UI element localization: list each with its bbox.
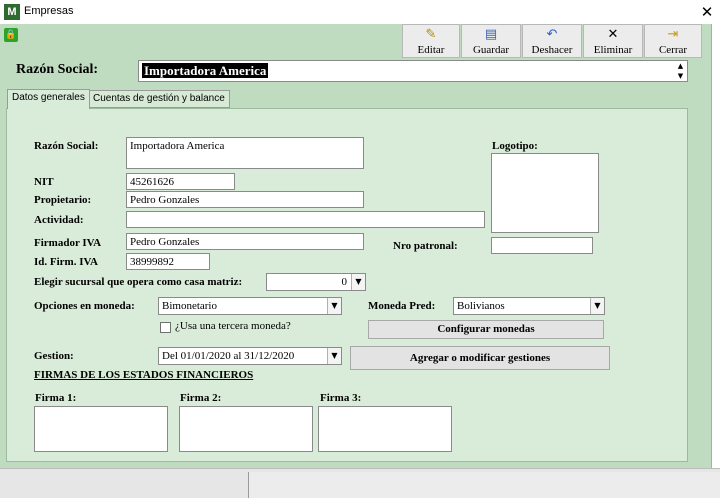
logotipo-label: Logotipo:	[492, 140, 538, 152]
edit-button[interactable]: ✎ Editar	[402, 24, 460, 58]
nit-label: NIT	[34, 176, 54, 188]
firma-2-box[interactable]	[179, 406, 313, 452]
tercera-moneda-checkbox[interactable]	[160, 322, 171, 333]
propietario-field[interactable]: Pedro Gonzales	[126, 191, 364, 208]
chevron-up-icon[interactable]: ▲	[674, 61, 687, 71]
firma-1-box[interactable]	[34, 406, 168, 452]
sucursal-label: Elegir sucursal que opera como casa matr…	[34, 276, 243, 288]
razon-social-selected-value[interactable]: Importadora America	[142, 63, 269, 78]
close-button-label: Cerrar	[658, 44, 688, 56]
lock-icon: 🔒	[4, 28, 18, 42]
firma-2-label: Firma 2:	[180, 392, 222, 404]
id-firm-iva-label: Id. Firm. IVA	[34, 256, 98, 268]
firmas-section-title: FIRMAS DE LOS ESTADOS FINANCIEROS	[34, 369, 254, 381]
sucursal-select[interactable]: 0 ▼	[266, 273, 366, 291]
nro-patronal-field[interactable]	[491, 237, 593, 254]
save-button-label: Guardar	[472, 44, 510, 56]
agregar-gestiones-button[interactable]: Agregar o modificar gestiones	[350, 346, 610, 370]
app-icon: M	[4, 4, 20, 20]
window-title: Empresas	[24, 5, 74, 17]
tercera-moneda-label: ¿Usa una tercera moneda?	[175, 320, 291, 332]
delete-button[interactable]: ✕ Eliminar	[583, 24, 643, 58]
firmador-iva-label: Firmador IVA	[34, 237, 102, 249]
razon-social-header-label: Razón Social:	[16, 62, 99, 77]
firma-1-label: Firma 1:	[35, 392, 77, 404]
status-panel	[248, 472, 720, 498]
gestion-select[interactable]: Del 01/01/2020 al 31/12/2020 ▼	[158, 347, 342, 365]
gestion-value: Del 01/01/2020 al 31/12/2020	[162, 350, 295, 362]
close-window-button[interactable]: ✕	[696, 2, 718, 22]
firma-3-box[interactable]	[318, 406, 452, 452]
delete-icon: ✕	[607, 27, 619, 42]
undo-button-label: Deshacer	[531, 44, 573, 56]
save-button[interactable]: ▤ Guardar	[461, 24, 521, 58]
razon-social-field[interactable]: Importadora America	[126, 137, 364, 169]
razon-social-spinner[interactable]: ▲ ▼	[674, 61, 687, 81]
opciones-moneda-label: Opciones en moneda:	[34, 300, 135, 312]
chevron-down-icon[interactable]: ▼	[327, 348, 341, 364]
actividad-field[interactable]	[126, 211, 485, 228]
chevron-down-icon[interactable]: ▼	[674, 71, 687, 81]
moneda-pred-value: Bolivianos	[457, 300, 505, 312]
close-button[interactable]: ⇥ Cerrar	[644, 24, 702, 58]
chevron-down-icon[interactable]: ▼	[327, 298, 341, 314]
title-bar	[0, 0, 720, 24]
chevron-down-icon[interactable]: ▼	[351, 274, 365, 290]
id-firm-iva-field[interactable]: 38999892	[126, 253, 210, 270]
chevron-down-icon[interactable]: ▼	[590, 298, 604, 314]
save-icon: ▤	[484, 27, 498, 42]
opciones-moneda-select[interactable]: Bimonetario ▼	[158, 297, 342, 315]
tab-cuentas-gestion[interactable]: Cuentas de gestión y balance	[88, 90, 230, 108]
configurar-monedas-button[interactable]: Configurar monedas	[368, 320, 604, 339]
exit-icon: ⇥	[667, 27, 679, 42]
tab-datos-generales[interactable]: Datos generales	[7, 89, 90, 109]
razon-social-label: Razón Social:	[34, 140, 99, 152]
firmador-iva-field[interactable]: Pedro Gonzales	[126, 233, 364, 250]
logotipo-image-box[interactable]	[491, 153, 599, 233]
pencil-icon: ✎	[425, 27, 437, 42]
nit-field[interactable]: 45261626	[126, 173, 235, 190]
firma-3-label: Firma 3:	[320, 392, 362, 404]
actividad-label: Actividad:	[34, 214, 84, 226]
moneda-pred-label: Moneda Pred:	[368, 300, 436, 312]
undo-button[interactable]: ↶ Deshacer	[522, 24, 582, 58]
propietario-label: Propietario:	[34, 194, 92, 206]
opciones-moneda-value: Bimonetario	[162, 300, 217, 312]
undo-icon: ↶	[546, 27, 558, 42]
edit-button-label: Editar	[417, 44, 445, 56]
moneda-pred-select[interactable]: Bolivianos ▼	[453, 297, 605, 315]
delete-button-label: Eliminar	[593, 44, 633, 56]
sucursal-value: 0	[341, 276, 348, 288]
nro-patronal-label: Nro patronal:	[393, 240, 458, 252]
gestion-label: Gestion:	[34, 350, 74, 362]
